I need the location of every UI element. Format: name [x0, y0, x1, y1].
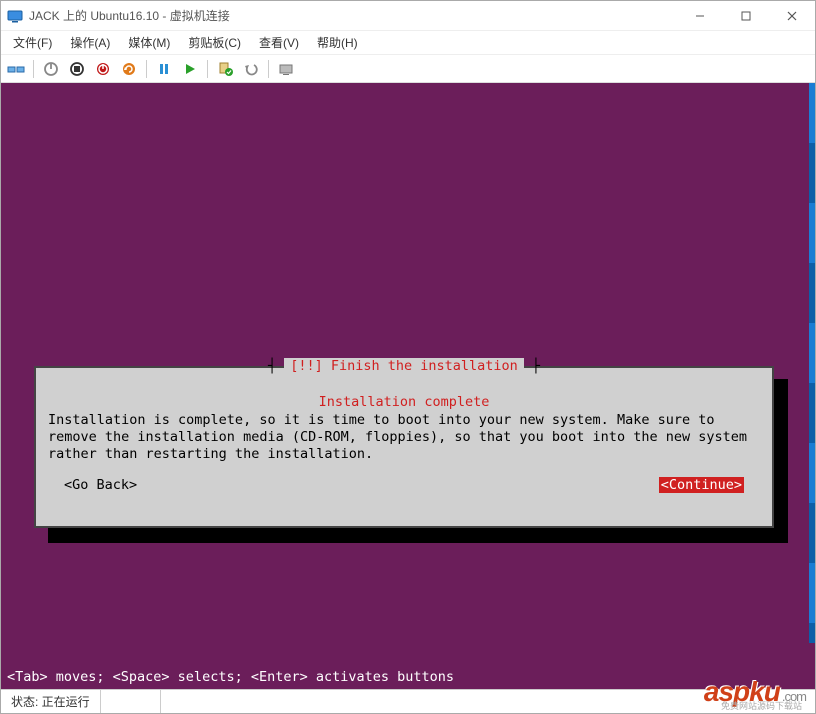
enhanced-session-button[interactable] — [275, 58, 297, 80]
dialog-title-row: ┤ [!!] Finish the installation ├ — [36, 358, 772, 374]
toolbar-separator — [268, 60, 269, 78]
checkpoint-button[interactable] — [214, 58, 236, 80]
keyboard-hint: <Tab> moves; <Space> selects; <Enter> ac… — [7, 669, 454, 685]
watermark-sub: 免费网站源码下载站 — [721, 699, 802, 712]
continue-button[interactable]: <Continue> — [659, 477, 744, 493]
dialog-title: [!!] Finish the installation — [284, 358, 524, 374]
menu-help[interactable]: 帮助(H) — [309, 32, 366, 53]
dialog-heading: Installation complete — [48, 394, 760, 410]
app-icon — [7, 8, 23, 24]
toolbar-separator — [33, 60, 34, 78]
menubar: 文件(F) 操作(A) 媒体(M) 剪贴板(C) 查看(V) 帮助(H) — [1, 31, 815, 55]
toolbar-separator — [207, 60, 208, 78]
minimize-button[interactable] — [677, 1, 723, 31]
menu-clipboard[interactable]: 剪贴板(C) — [180, 32, 249, 53]
close-button[interactable] — [769, 1, 815, 31]
menu-media[interactable]: 媒体(M) — [120, 32, 178, 53]
dialog-buttons: <Go Back> <Continue> — [48, 477, 760, 493]
window-title: JACK 上的 Ubuntu16.10 - 虚拟机连接 — [29, 7, 677, 24]
turnoff-button[interactable] — [66, 58, 88, 80]
pause-button[interactable] — [153, 58, 175, 80]
status-cell-empty — [101, 690, 161, 713]
status-label: 状态: 正在运行 — [1, 690, 101, 713]
window-controls — [677, 1, 815, 31]
play-button[interactable] — [179, 58, 201, 80]
scroll-edge — [809, 83, 815, 643]
dialog-body: Installation is complete, so it is time … — [48, 412, 760, 463]
menu-operate[interactable]: 操作(A) — [62, 32, 118, 53]
vm-connection-window: JACK 上的 Ubuntu16.10 - 虚拟机连接 文件(F) 操作(A) … — [0, 0, 816, 714]
toolbar-separator — [146, 60, 147, 78]
reset-button[interactable] — [118, 58, 140, 80]
menu-view[interactable]: 查看(V) — [251, 32, 307, 53]
go-back-button[interactable]: <Go Back> — [64, 477, 137, 493]
start-button[interactable] — [40, 58, 62, 80]
menu-file[interactable]: 文件(F) — [5, 32, 60, 53]
toolbar — [1, 55, 815, 83]
vm-guest-screen[interactable]: ┤ [!!] Finish the installation ├ Install… — [1, 83, 815, 689]
ctrl-alt-del-button[interactable] — [5, 58, 27, 80]
maximize-button[interactable] — [723, 1, 769, 31]
statusbar: 状态: 正在运行 — [1, 689, 815, 713]
revert-button[interactable] — [240, 58, 262, 80]
installer-dialog: ┤ [!!] Finish the installation ├ Install… — [34, 366, 774, 528]
titlebar: JACK 上的 Ubuntu16.10 - 虚拟机连接 — [1, 1, 815, 31]
shutdown-button[interactable] — [92, 58, 114, 80]
